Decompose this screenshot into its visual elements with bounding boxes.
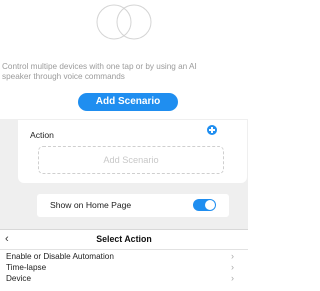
action-title: Action (30, 130, 54, 140)
show-on-home-label: Show on Home Page (50, 200, 132, 210)
empty-description: Control multipe devices with one tap or … (0, 62, 248, 82)
option-label: Device (6, 274, 32, 283)
chevron-right-icon: › (231, 262, 234, 272)
empty-description-line2: speaker through voice commands (2, 72, 125, 81)
action-option-device[interactable]: Device › (0, 273, 248, 284)
empty-scenario-section: Control multipe devices with one tap or … (0, 0, 248, 119)
chevron-right-icon: › (231, 251, 234, 261)
select-action-sheet: ‹ Select Action Enable or Disable Automa… (0, 229, 248, 291)
option-label: Time-lapse (6, 263, 47, 272)
sheet-title: Select Action (96, 234, 152, 244)
show-on-home-toggle[interactable] (193, 199, 216, 211)
add-scenario-button[interactable]: Add Scenario (78, 93, 178, 111)
empty-description-line1: Control multipe devices with one tap or … (2, 62, 197, 71)
action-option-time-lapse[interactable]: Time-lapse › (0, 262, 248, 273)
add-action-placeholder[interactable]: Add Scenario (38, 146, 224, 174)
scenario-circles-icon (96, 4, 152, 40)
sheet-header: ‹ Select Action (0, 230, 248, 250)
action-option-automation[interactable]: Enable or Disable Automation › (0, 251, 248, 262)
option-label: Enable or Disable Automation (6, 252, 114, 261)
add-action-plus-icon[interactable] (207, 125, 217, 135)
toggle-knob (205, 200, 215, 210)
chevron-right-icon: › (231, 273, 234, 283)
